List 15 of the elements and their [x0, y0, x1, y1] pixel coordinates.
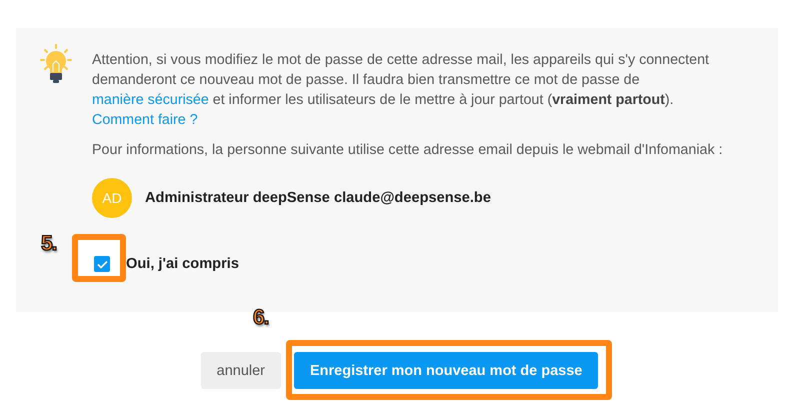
- step-number: 6.: [253, 306, 269, 330]
- notice-text: Pour informations, la personne suivante utilise cette adresse email depuis le webmail d'Infomaniak :: [92, 141, 724, 160]
- checkbox[interactable]: [94, 256, 110, 272]
- cancel-button[interactable]: annuler: [200, 352, 281, 389]
- lightbulb-icon: [40, 44, 72, 86]
- save-button[interactable]: Enregistrer mon nouveau mot de passe: [294, 352, 598, 389]
- avatar: AD: [92, 178, 132, 218]
- notice-text: Attention, si vous modifiez le mot de passe de cette adresse mail, les appareils qui s'y connectent demanderont ce nouveau mot de passe. Il faudra bien transmettre ce mot de passe de manière sécurisée et informer les utilisateurs de le mettre à jour partout (vraiment partout). Comment faire ?: [92, 51, 710, 130]
- highlight-frame: [72, 234, 126, 282]
- link[interactable]: manière sécurisée: [92, 92, 209, 108]
- user-name: Administrateur deepSense claude@deepsense.be: [145, 189, 491, 208]
- link[interactable]: Comment faire ?: [92, 112, 198, 128]
- checkbox-label: Oui, j'ai compris: [126, 255, 239, 274]
- check-icon: [96, 260, 108, 268]
- step-number: 5.: [41, 234, 57, 254]
